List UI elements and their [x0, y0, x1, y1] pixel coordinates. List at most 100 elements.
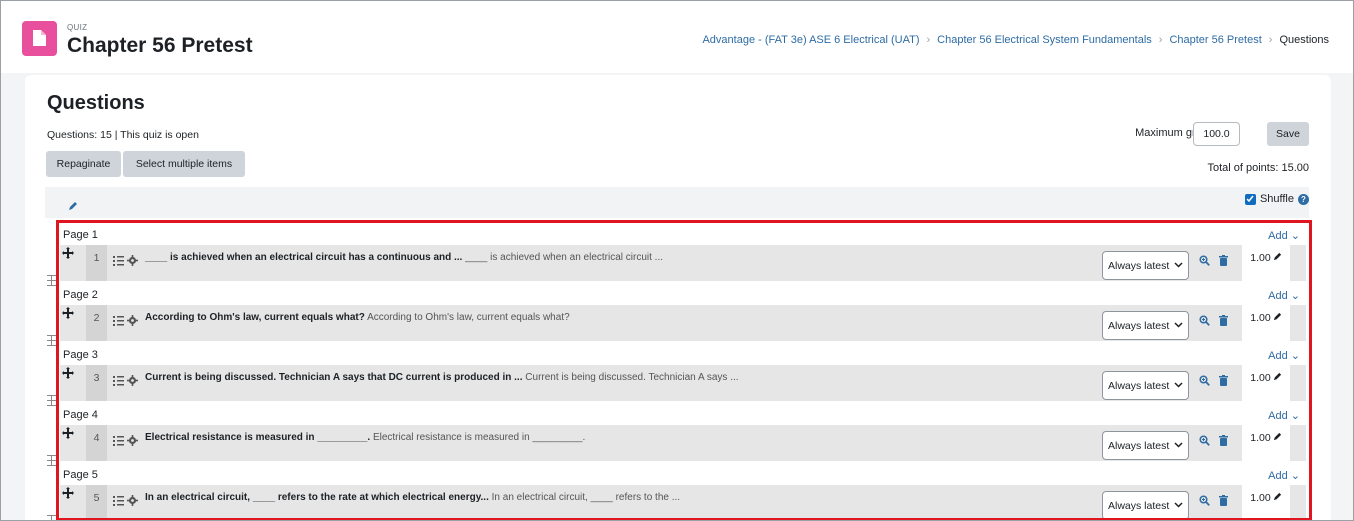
breadcrumb-section-link[interactable]: Chapter 56 Electrical System Fundamental…	[937, 34, 1152, 46]
chevron-down-icon	[1174, 260, 1183, 272]
edit-pencil-icon[interactable]	[1273, 372, 1282, 384]
preview-zoom-icon[interactable]	[1199, 253, 1210, 271]
max-mark[interactable]: 1.00	[1242, 245, 1290, 281]
chevron-right-icon: ›	[926, 34, 931, 46]
preview-zoom-icon[interactable]	[1199, 313, 1210, 331]
page-break-icon[interactable]	[47, 453, 56, 471]
question-type-icon	[113, 493, 124, 511]
question-number: 4	[86, 425, 107, 461]
max-mark-value: 1.00	[1250, 372, 1271, 384]
question-text[interactable]: ____ is achieved when an electrical circ…	[145, 252, 663, 263]
question-type-icon	[113, 433, 124, 451]
version-select[interactable]: Always latest	[1102, 371, 1189, 400]
quiz-edit-window: QUIZ Chapter 56 Pretest Advantage - (FAT…	[0, 0, 1354, 521]
add-question-menu[interactable]: Add ⌄	[1268, 349, 1300, 362]
chevron-down-icon	[1174, 500, 1183, 512]
edit-pencil-icon[interactable]	[1273, 252, 1282, 264]
edit-pencil-icon[interactable]	[1273, 432, 1282, 444]
question-row: 1 ____ is achieved when an electrical ci…	[60, 245, 1306, 281]
quiz-module-icon	[22, 21, 57, 56]
move-icon[interactable]	[62, 486, 74, 504]
question-preview: In an electrical circuit, ____ refers to…	[491, 492, 681, 503]
quiz-page: Page 3 Add ⌄ 3 Current is being discusse…	[60, 343, 1306, 403]
question-text[interactable]: Electrical resistance is measured in ___…	[145, 432, 585, 443]
chevron-right-icon: ›	[1268, 34, 1273, 46]
module-type-label: QUIZ	[67, 23, 88, 32]
add-question-menu[interactable]: Add ⌄	[1268, 409, 1300, 422]
question-preview: ____ is achieved when an electrical circ…	[465, 252, 664, 263]
add-question-menu[interactable]: Add ⌄	[1268, 469, 1300, 482]
question-text[interactable]: In an electrical circuit, ____ refers to…	[145, 492, 680, 503]
repaginate-button[interactable]: Repaginate	[46, 151, 121, 177]
question-name: In an electrical circuit, ____ refers to…	[145, 492, 489, 503]
chevron-down-icon	[1174, 440, 1183, 452]
version-select[interactable]: Always latest	[1102, 311, 1189, 340]
trash-icon[interactable]	[1219, 313, 1228, 331]
move-icon[interactable]	[62, 426, 74, 444]
question-number: 1	[86, 245, 107, 281]
version-value: Always latest	[1108, 439, 1170, 452]
shuffle-checkbox[interactable]	[1244, 193, 1256, 205]
page-break-icon[interactable]	[47, 333, 56, 351]
trash-icon[interactable]	[1219, 373, 1228, 391]
version-value: Always latest	[1108, 379, 1170, 392]
move-icon[interactable]	[62, 366, 74, 384]
question-text[interactable]: Current is being discussed. Technician A…	[145, 372, 739, 383]
version-select[interactable]: Always latest	[1102, 251, 1189, 280]
gear-icon[interactable]	[127, 433, 138, 451]
shuffle-control[interactable]: Shuffle ?	[1244, 193, 1309, 205]
quiz-page: Page 4 Add ⌄ 4 Electrical resistance is …	[60, 403, 1306, 463]
version-select[interactable]: Always latest	[1102, 431, 1189, 460]
max-mark[interactable]: 1.00	[1242, 425, 1290, 461]
preview-zoom-icon[interactable]	[1199, 373, 1210, 391]
preview-zoom-icon[interactable]	[1199, 433, 1210, 451]
max-mark[interactable]: 1.00	[1242, 485, 1290, 520]
add-question-menu[interactable]: Add ⌄	[1268, 289, 1300, 302]
question-type-icon	[113, 253, 124, 271]
shuffle-label: Shuffle	[1259, 193, 1294, 205]
preview-zoom-icon[interactable]	[1199, 493, 1210, 511]
question-row: 2 According to Ohm's law, current equals…	[60, 305, 1306, 341]
gear-icon[interactable]	[127, 493, 138, 511]
max-mark[interactable]: 1.00	[1242, 365, 1290, 401]
trash-icon[interactable]	[1219, 433, 1228, 451]
page-label: Page 3	[63, 349, 98, 361]
question-name: According to Ohm's law, current equals w…	[145, 312, 365, 323]
max-mark[interactable]: 1.00	[1242, 305, 1290, 341]
page-break-icon[interactable]	[47, 393, 56, 411]
gear-icon[interactable]	[127, 313, 138, 331]
gear-icon[interactable]	[127, 373, 138, 391]
trash-icon[interactable]	[1219, 253, 1228, 271]
question-row: 3 Current is being discussed. Technician…	[60, 365, 1306, 401]
version-select[interactable]: Always latest	[1102, 491, 1189, 520]
page-break-icon[interactable]	[47, 513, 56, 520]
add-question-menu[interactable]: Add ⌄	[1268, 229, 1300, 242]
question-row: 5 In an electrical circuit, ____ refers …	[60, 485, 1306, 520]
page-label: Page 2	[63, 289, 98, 301]
edit-pencil-icon[interactable]	[1273, 492, 1282, 504]
gear-icon[interactable]	[127, 253, 138, 271]
question-text[interactable]: According to Ohm's law, current equals w…	[145, 312, 570, 323]
quiz-page: Page 2 Add ⌄ 2 According to Ohm's law, c…	[60, 283, 1306, 343]
breadcrumb: Advantage - (FAT 3e) ASE 6 Electrical (U…	[702, 34, 1329, 46]
max-mark-value: 1.00	[1250, 492, 1271, 504]
max-mark-value: 1.00	[1250, 312, 1271, 324]
question-number: 2	[86, 305, 107, 341]
select-multiple-button[interactable]: Select multiple items	[123, 151, 245, 177]
breadcrumb-quiz-link[interactable]: Chapter 56 Pretest	[1169, 34, 1261, 46]
chevron-right-icon: ›	[1158, 34, 1163, 46]
max-mark-value: 1.00	[1250, 252, 1271, 264]
page-title: Chapter 56 Pretest	[67, 34, 253, 57]
page-break-icon[interactable]	[47, 273, 56, 291]
page-label: Page 5	[63, 469, 98, 481]
edit-pencil-icon[interactable]	[68, 198, 78, 216]
edit-pencil-icon[interactable]	[1273, 312, 1282, 324]
move-icon[interactable]	[62, 306, 74, 324]
move-icon[interactable]	[62, 246, 74, 264]
save-button[interactable]: Save	[1267, 122, 1309, 146]
max-grade-input[interactable]: 100.0	[1193, 122, 1240, 146]
help-icon[interactable]: ?	[1298, 193, 1309, 205]
trash-icon[interactable]	[1219, 493, 1228, 511]
question-name: Electrical resistance is measured in ___…	[145, 432, 371, 443]
breadcrumb-course-link[interactable]: Advantage - (FAT 3e) ASE 6 Electrical (U…	[702, 34, 919, 46]
